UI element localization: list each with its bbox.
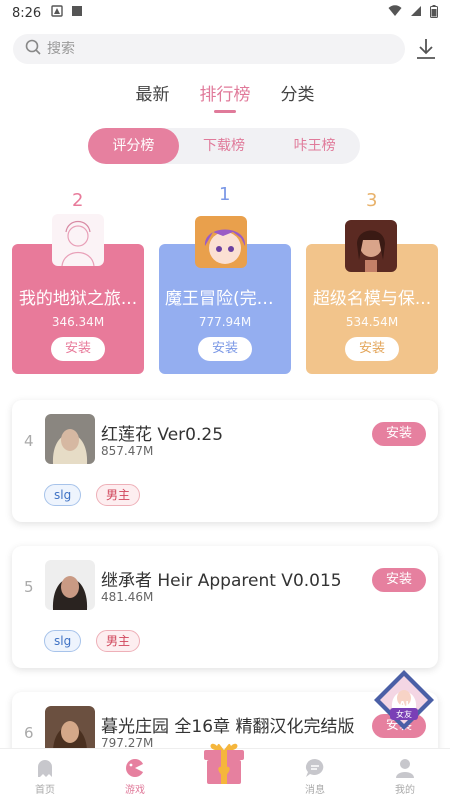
notification-icon [51, 5, 63, 21]
game-title: 红莲花 Ver0.25 [101, 425, 224, 445]
nav-label: 我的 [395, 785, 415, 796]
list-item[interactable]: 5 继承者 Heir Apparent V0.015 481.46M 安装 sl… [12, 546, 438, 668]
status-time: 8:26 [12, 5, 42, 21]
ghost-icon [38, 760, 52, 777]
game-size: 481.46M [101, 590, 154, 604]
search-bar[interactable] [13, 34, 405, 64]
top-tabs: 最新 排行榜 分类 [0, 80, 450, 111]
podium-title: 我的地狱之旅... [18, 289, 138, 309]
gift-icon[interactable] [199, 738, 249, 788]
game-thumbnail[interactable] [345, 220, 397, 272]
game-thumbnail [45, 414, 95, 464]
install-button[interactable]: 安装 [372, 422, 426, 446]
message-icon [306, 759, 324, 777]
list-rank: 4 [24, 432, 34, 450]
nav-games[interactable]: 游戏 [90, 749, 180, 800]
podium-rank-1: 1 [219, 184, 231, 205]
list-rank: 6 [24, 724, 34, 742]
search-icon [25, 39, 41, 59]
podium-size: 777.94M [198, 315, 252, 329]
podium-size: 534.54M [345, 315, 399, 329]
ranking-segment: 评分榜 下载榜 咔王榜 [88, 128, 360, 164]
badge-line1: AI [399, 700, 408, 709]
podium-rank-2: 2 [72, 190, 84, 211]
tab-ranking[interactable]: 排行榜 [200, 80, 251, 111]
segment-kawang[interactable]: 咔王榜 [269, 128, 360, 164]
podium-rank-3: 3 [366, 190, 378, 211]
game-thumbnail [45, 560, 95, 610]
ai-girlfriend-badge[interactable]: AI 女友 [372, 668, 436, 732]
segment-downloads[interactable]: 下载榜 [179, 128, 270, 164]
tag-male-lead[interactable]: 男主 [96, 630, 141, 652]
game-size: 857.47M [101, 444, 154, 458]
install-button[interactable]: 安装 [51, 337, 105, 361]
tab-category[interactable]: 分类 [281, 80, 315, 111]
app-icon [71, 5, 83, 21]
wifi-icon [388, 5, 402, 21]
list-rank: 5 [24, 578, 34, 596]
tag-slg[interactable]: slg [44, 484, 82, 506]
list-item[interactable]: 4 红莲花 Ver0.25 857.47M 安装 slg 男主 [12, 400, 438, 522]
game-thumbnail[interactable] [195, 216, 247, 268]
game-title: 继承者 Heir Apparent V0.015 [101, 571, 342, 591]
download-icon[interactable] [413, 36, 439, 62]
nav-label: 游戏 [125, 785, 145, 796]
signal-icon [410, 5, 422, 21]
tag-slg[interactable]: slg [44, 630, 82, 652]
podium-size: 346.34M [51, 315, 105, 329]
install-button[interactable]: 安装 [372, 568, 426, 592]
nav-label: 首页 [35, 785, 55, 796]
nav-messages[interactable]: 消息 [270, 749, 360, 800]
nav-profile[interactable]: 我的 [360, 749, 450, 800]
game-thumbnail[interactable] [52, 214, 104, 266]
nav-label: 消息 [305, 785, 325, 796]
segment-rating[interactable]: 评分榜 [88, 128, 179, 164]
install-button[interactable]: 安装 [198, 337, 252, 361]
badge-line2: 女友 [396, 709, 412, 719]
tab-latest[interactable]: 最新 [136, 80, 170, 111]
game-title: 暮光庄园 全16章 精翻汉化完结版 [101, 717, 355, 737]
nav-home[interactable]: 首页 [0, 749, 90, 800]
search-input[interactable] [47, 41, 377, 57]
install-button[interactable]: 安装 [345, 337, 399, 361]
status-bar: 8:26 [0, 0, 450, 26]
podium-title: 超级名模与保... [312, 289, 432, 309]
podium-title: 魔王冒险(完善... [165, 289, 285, 309]
gamepad-icon [126, 759, 145, 777]
battery-icon [430, 4, 438, 22]
user-icon [396, 759, 414, 778]
tag-male-lead[interactable]: 男主 [96, 484, 141, 506]
